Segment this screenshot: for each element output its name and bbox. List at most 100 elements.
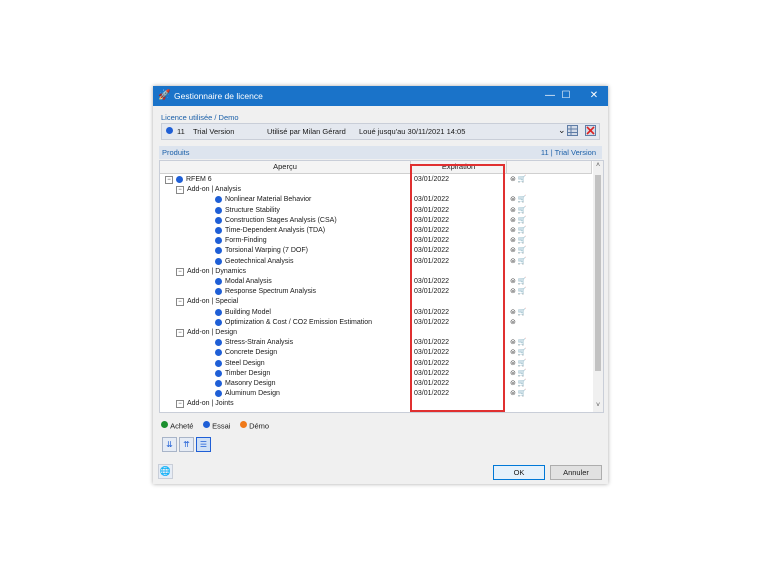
- licence-type: Trial Version: [193, 127, 235, 136]
- row-action-icons[interactable]: ⊜ 🛒: [510, 277, 527, 285]
- collapse-toggle-icon[interactable]: −: [176, 186, 184, 195]
- collapse-toggle-icon[interactable]: −: [176, 329, 184, 337]
- table-row[interactable]: Torsional Warping (7 DOF) 03/01/2022 ⊜ 🛒: [160, 246, 591, 256]
- row-action-icons[interactable]: ⊜ 🛒: [510, 206, 527, 214]
- row-label: Response Spectrum Analysis: [225, 288, 317, 296]
- table-row[interactable]: Structure Stability 03/01/2022 ⊜ 🛒: [160, 206, 591, 216]
- row-label: Nonlinear Material Behavior: [225, 196, 312, 204]
- delete-table-icon: [585, 125, 596, 136]
- row-action-icons[interactable]: ⊜ 🛒: [510, 236, 527, 244]
- licence-select[interactable]: 11 Trial Version Utilisé par Milan Gérar…: [161, 123, 600, 140]
- scroll-up-icon[interactable]: ˄: [593, 161, 603, 171]
- licence-remove-button[interactable]: [585, 125, 596, 136]
- table-row[interactable]: − RFEM 6 03/01/2022 ⊜ 🛒: [160, 175, 591, 185]
- trial-status-dot: [176, 176, 183, 183]
- ok-button[interactable]: OK: [493, 465, 545, 480]
- scroll-down-icon[interactable]: ˅: [593, 401, 603, 411]
- trial-status-dot: [215, 237, 222, 245]
- window-title: Gestionnaire de licence: [174, 91, 263, 101]
- trial-status-dot: [215, 369, 222, 377]
- table-row[interactable]: Stress-Strain Analysis 03/01/2022 ⊜ 🛒: [160, 338, 591, 348]
- trial-status-dot: [215, 380, 222, 387]
- row-action-icons[interactable]: ⊜ 🛒: [510, 257, 527, 265]
- cancel-button[interactable]: Annuler: [550, 465, 602, 480]
- row-label: Add-on | Design: [187, 329, 238, 336]
- collapse-toggle-icon[interactable]: −: [176, 400, 184, 409]
- table-row[interactable]: Steel Design 03/01/2022 ⊜ 🛒: [160, 359, 591, 369]
- row-action-icons[interactable]: ⊜ 🛒: [510, 338, 527, 346]
- table-row[interactable]: − Add-on | Special: [160, 297, 591, 307]
- row-label: Construction Stages Analysis (CSA): [225, 216, 337, 224]
- trial-status-dot: [215, 216, 222, 224]
- row-label: Timber Design: [225, 369, 271, 377]
- tree-view-icon: ☰: [199, 440, 208, 449]
- row-label: Optimization & Cost / CO2 Emission Estim…: [225, 318, 373, 326]
- table-row[interactable]: − Add-on | Design: [160, 328, 591, 338]
- row-action-icons[interactable]: ⊜ 🛒: [510, 348, 527, 356]
- trial-status-dot: [215, 318, 222, 326]
- collapse-all-button[interactable]: ⇈: [179, 437, 194, 452]
- tree-view-button[interactable]: ☰: [196, 437, 211, 452]
- row-label: Time-Dependent Analysis (TDA): [225, 227, 326, 234]
- table-row[interactable]: Response Spectrum Analysis 03/01/2022 ⊜ 🛒: [160, 287, 591, 297]
- row-label: Modal Analysis: [225, 278, 272, 285]
- collapse-toggle-icon[interactable]: −: [176, 267, 184, 276]
- table-row[interactable]: − Add-on | Dynamics: [160, 267, 591, 277]
- licence-number: 11: [177, 127, 185, 136]
- table-row[interactable]: Geotechnical Analysis 03/01/2022 ⊜ 🛒: [160, 257, 591, 267]
- column-header-actions: [507, 161, 592, 174]
- table-row[interactable]: Masonry Design 03/01/2022 ⊜ 🛒: [160, 379, 591, 389]
- row-action-icons[interactable]: ⊜ 🛒: [510, 389, 527, 397]
- language-button[interactable]: 🌐: [158, 464, 173, 479]
- row-action-icons[interactable]: ⊜ 🛒: [510, 216, 527, 224]
- expand-all-icon: ⇊: [166, 440, 173, 449]
- licence-table-button[interactable]: [567, 125, 578, 136]
- products-label: Produits: [162, 148, 190, 157]
- table-row[interactable]: Form-Finding 03/01/2022 ⊜ 🛒: [160, 236, 591, 246]
- table-row[interactable]: Concrete Design 03/01/2022 ⊜ 🛒: [160, 348, 591, 358]
- demo-dot: [240, 421, 247, 428]
- minimize-button[interactable]: —: [542, 89, 558, 103]
- row-action-icons[interactable]: ⊜ 🛒: [510, 287, 527, 295]
- table-row[interactable]: Aluminum Design 03/01/2022 ⊜ 🛒: [160, 389, 591, 399]
- trial-status-dot: [215, 196, 222, 204]
- row-action-icons[interactable]: ⊜ 🛒: [510, 369, 527, 377]
- table-row[interactable]: − Add-on | Analysis: [160, 185, 591, 195]
- row-label: Add-on | Joints: [187, 400, 234, 408]
- row-label: Geotechnical Analysis: [225, 257, 294, 265]
- scroll-thumb[interactable]: [595, 175, 601, 371]
- table-row[interactable]: Building Model 03/01/2022 ⊜ 🛒: [160, 308, 591, 318]
- row-action-icons[interactable]: ⊜ 🛒: [510, 246, 527, 254]
- table-row[interactable]: Modal Analysis 03/01/2022 ⊜ 🛒: [160, 277, 591, 287]
- row-action-icons[interactable]: ⊜ 🛒: [510, 226, 527, 234]
- row-action-icons[interactable]: ⊜ 🛒: [510, 195, 527, 203]
- row-action-icons[interactable]: ⊜: [510, 318, 516, 326]
- chevron-down-icon[interactable]: ⌄: [558, 125, 566, 136]
- collapse-toggle-icon[interactable]: −: [165, 176, 173, 184]
- row-action-icons[interactable]: ⊜ 🛒: [510, 308, 527, 316]
- table-row[interactable]: Construction Stages Analysis (CSA) 03/01/…: [160, 216, 591, 226]
- maximize-button[interactable]: ☐: [558, 89, 574, 103]
- column-header-apercu[interactable]: Aperçu: [160, 161, 411, 174]
- row-action-icons[interactable]: ⊜ 🛒: [510, 175, 527, 183]
- table-row[interactable]: Timber Design 03/01/2022 ⊜ 🛒: [160, 369, 591, 379]
- row-label: Masonry Design: [225, 380, 276, 387]
- trial-status-dot: [215, 206, 222, 214]
- licence-section-label: Licence utilisée / Demo: [161, 113, 239, 122]
- rocket-icon: 🚀: [158, 90, 171, 101]
- expand-all-button[interactable]: ⇊: [162, 437, 177, 452]
- table-row[interactable]: − Add-on | Joints: [160, 399, 591, 409]
- row-action-icons[interactable]: ⊜ 🛒: [510, 379, 527, 387]
- legend-demo: Démo: [240, 421, 269, 431]
- row-action-icons[interactable]: ⊜ 🛒: [510, 359, 527, 367]
- licence-manager-window: 🚀 Gestionnaire de licence — ☐ ✕ Licence …: [153, 86, 608, 484]
- table-row[interactable]: Optimization & Cost / CO2 Emission Estim…: [160, 318, 591, 328]
- collapse-toggle-icon[interactable]: −: [176, 298, 184, 307]
- vertical-scrollbar[interactable]: ˄ ˅: [593, 161, 603, 412]
- table-row[interactable]: Nonlinear Material Behavior 03/01/2022 ⊜ 🛒: [160, 195, 591, 205]
- table-row[interactable]: Time-Dependent Analysis (TDA) 03/01/2022 ⊜…: [160, 226, 591, 236]
- close-button[interactable]: ✕: [586, 89, 602, 103]
- trial-status-dot: [215, 339, 222, 347]
- table-icon: [567, 125, 578, 136]
- trial-status-dot: [215, 390, 222, 398]
